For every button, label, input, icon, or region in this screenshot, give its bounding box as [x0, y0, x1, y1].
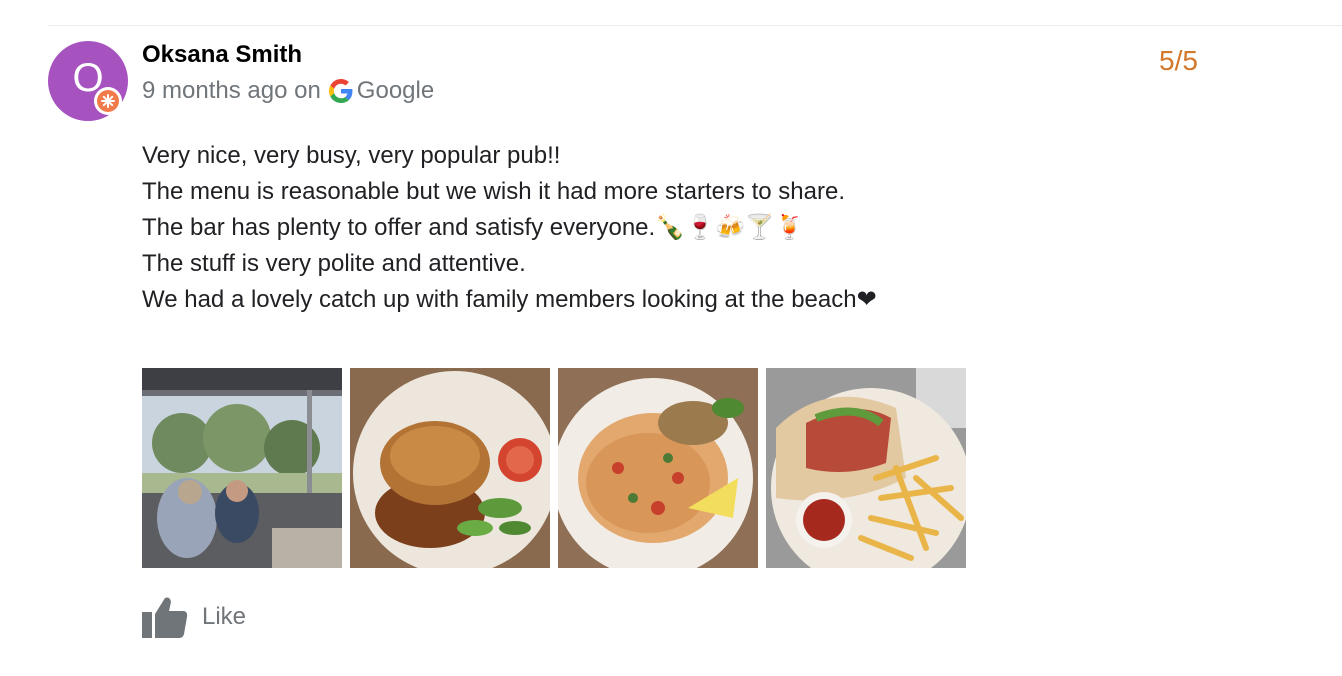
review-photos	[142, 368, 966, 568]
review-photo-2[interactable]	[350, 368, 550, 568]
pie-dish-photo	[350, 368, 550, 568]
review-rating: 5/5	[1159, 45, 1198, 76]
review-photo-4[interactable]	[766, 368, 966, 568]
like-label: Like	[202, 603, 247, 630]
seafood-pasta-photo	[558, 368, 758, 568]
review-text: Very nice, very busy, very popular pub!!…	[142, 138, 1142, 318]
pub-terrace-photo	[142, 368, 342, 568]
review-card: O Oksana Smith 9 months ago on Google 5/…	[0, 0, 1342, 676]
wrap-and-chips-photo	[766, 368, 966, 568]
review-photo-3[interactable]	[558, 368, 758, 568]
review-line: Very nice, very busy, very popular pub!!	[142, 142, 561, 169]
review-photo-1[interactable]	[142, 368, 342, 568]
reviewer-name[interactable]: Oksana Smith	[142, 41, 302, 69]
review-line: The menu is reasonable but we wish it ha…	[142, 178, 846, 205]
review-meta: 9 months ago on Google	[142, 77, 434, 105]
thumbs-up-icon	[142, 597, 188, 638]
review-line: The stuff is very polite and attentive.	[142, 250, 526, 277]
review-source[interactable]: Google	[357, 77, 434, 105]
like-button[interactable]: Like	[142, 596, 246, 638]
review-line: We had a lovely catch up with family mem…	[142, 286, 877, 313]
review-time: 9 months ago on	[142, 77, 321, 104]
local-guide-badge-icon	[94, 87, 122, 115]
review-line: The bar has plenty to offer and satisfy …	[142, 214, 805, 241]
google-g-icon	[328, 79, 353, 103]
